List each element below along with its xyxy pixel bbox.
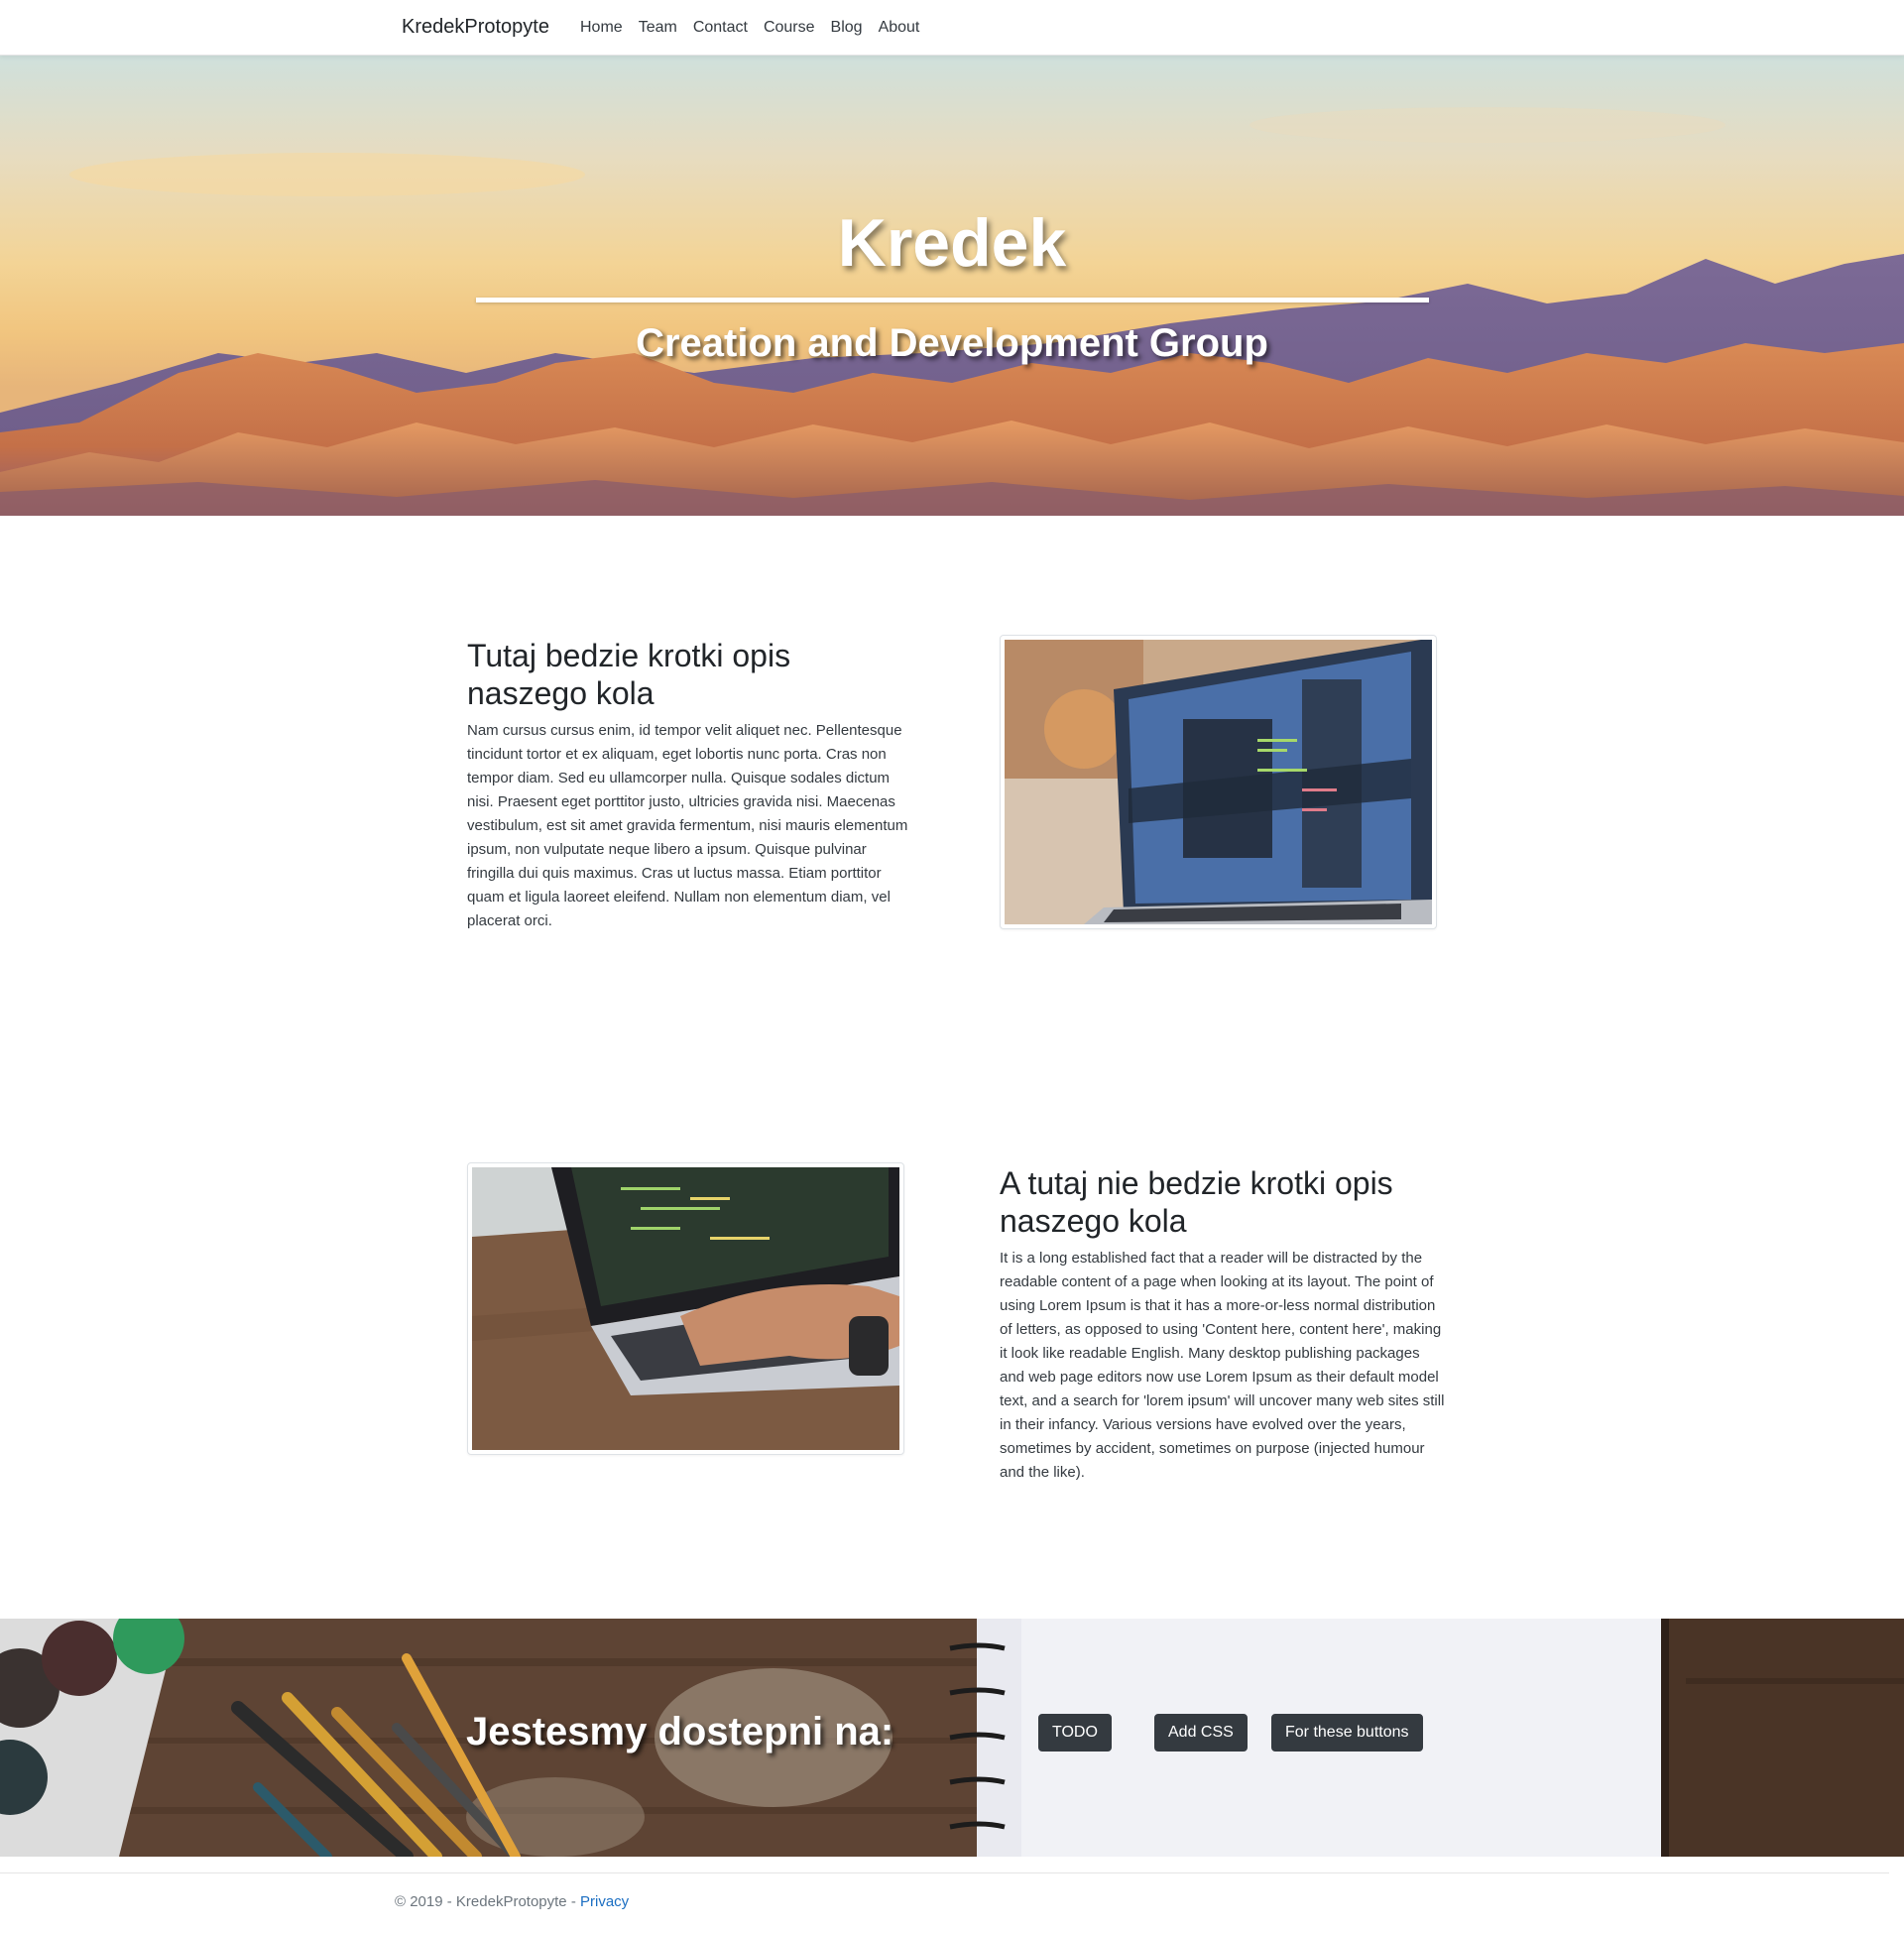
laptop-typing-image	[472, 1167, 899, 1450]
art-supplies-background-image	[0, 1619, 1904, 1857]
nav-item-course[interactable]: Course	[756, 19, 823, 37]
todo-button[interactable]: TODO	[1038, 1714, 1112, 1752]
add-css-button[interactable]: Add CSS	[1154, 1714, 1248, 1752]
hero-divider	[476, 298, 1429, 302]
section2-title: A tutaj nie bedzie krotki opis naszego k…	[1000, 1165, 1393, 1239]
footer-copyright: © 2019 - KredekProtopyte -	[395, 1893, 580, 1910]
mountain-landscape-image	[0, 107, 1904, 516]
laptop-code-image-frame	[1000, 635, 1437, 929]
hero-banner: Kredek Creation and Development Group	[0, 56, 1904, 516]
brand-link[interactable]: KredekProtopyte	[402, 16, 549, 39]
contact-title: Jestesmy dostepni na:	[466, 1710, 894, 1753]
nav-item-team[interactable]: Team	[631, 19, 685, 37]
section1-text: Nam cursus cursus enim, id tempor velit …	[467, 722, 908, 929]
section1-title: Tutaj bedzie krotki opis naszego kola	[467, 638, 791, 711]
hero-subtitle: Creation and Development Group	[636, 321, 1268, 365]
nav-item-about[interactable]: About	[871, 19, 928, 37]
hero-title: Kredek	[837, 205, 1067, 281]
nav-menu: Home Team Contact Course Blog About	[572, 19, 927, 37]
laptop-code-image	[1005, 640, 1432, 924]
privacy-link[interactable]: Privacy	[580, 1893, 629, 1910]
section2-text: It is a long established fact that a rea…	[1000, 1250, 1445, 1481]
laptop-typing-image-frame	[467, 1162, 904, 1455]
contact-band: Jestesmy dostepni na: TODO Add CSS For t…	[0, 1619, 1904, 1857]
nav-item-contact[interactable]: Contact	[685, 19, 756, 37]
nav-item-home[interactable]: Home	[572, 19, 631, 37]
footer: © 2019 - KredekProtopyte - Privacy	[395, 1893, 629, 1910]
nav-item-blog[interactable]: Blog	[823, 19, 871, 37]
navbar: KredekProtopyte Home Team Contact Course…	[0, 0, 1904, 56]
for-these-buttons-button[interactable]: For these buttons	[1271, 1714, 1423, 1752]
